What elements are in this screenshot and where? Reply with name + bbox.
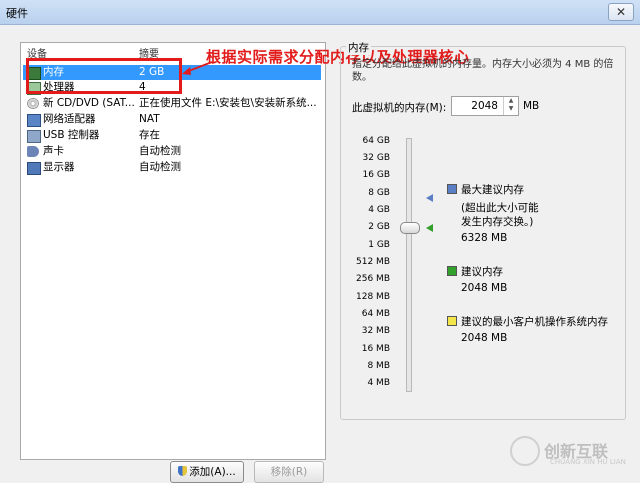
scale-tick: 32 GB (362, 153, 390, 163)
add-button-label: 添加(A)... (189, 466, 236, 478)
scale-tick: 16 MB (361, 344, 390, 354)
max-recommended-note-1: (超出此大小可能 (461, 202, 539, 214)
scale-tick: 4 MB (367, 378, 390, 388)
scale-tick: 4 GB (368, 205, 390, 215)
scale-tick: 2 GB (368, 222, 390, 232)
recommended-marker-icon (426, 224, 433, 232)
min-guest-label: 建议的最小客户机操作系统内存 (461, 316, 608, 328)
memory-group-label: 内存 (346, 40, 371, 55)
watermark-logo-icon (510, 436, 540, 466)
device-summary: 正在使用文件 E:\安装包\安装新系统... (139, 97, 317, 109)
memory-slider-track[interactable] (406, 138, 412, 392)
usb-icon (27, 130, 41, 143)
scale-tick: 8 GB (368, 188, 390, 198)
device-row-network[interactable]: 网络适配器 NAT (23, 112, 321, 127)
scale-tick: 1 GB (368, 240, 390, 250)
min-guest-value: 2048 MB (461, 332, 508, 344)
recommended-label: 建议内存 (461, 266, 503, 278)
device-row-cdrom[interactable]: 新 CD/DVD (SAT... 正在使用文件 E:\安装包\安装新系统... (23, 96, 321, 111)
device-summary: NAT (139, 113, 160, 125)
device-summary: 自动检测 (139, 161, 181, 173)
memory-value[interactable]: 2048 (471, 98, 498, 114)
close-button[interactable]: ✕ (608, 3, 634, 21)
device-row-display[interactable]: 显示器 自动检测 (23, 160, 321, 175)
spin-arrows[interactable]: ▲ ▼ (503, 97, 518, 115)
recommended-value: 2048 MB (461, 282, 508, 294)
highlight-box (26, 58, 182, 94)
recommended-square-icon (447, 266, 457, 276)
network-adapter-icon (27, 114, 41, 127)
scale-tick: 128 MB (356, 292, 390, 302)
remove-button-label: 移除(R) (270, 466, 308, 478)
scale-tick: 512 MB (356, 257, 390, 267)
add-button[interactable]: 添加(A)... (170, 461, 244, 483)
device-row-sound[interactable]: 声卡 自动检测 (23, 144, 321, 159)
device-row-usb[interactable]: USB 控制器 存在 (23, 128, 321, 143)
memory-description: 指定分配给此虚拟机的内存量。内存大小必须为 4 MB 的倍数。 (352, 59, 614, 83)
spin-up-icon[interactable]: ▲ (504, 97, 518, 105)
remove-button[interactable]: 移除(R) (254, 461, 324, 483)
max-recommended-note-2: 发生内存交换。) (461, 216, 534, 228)
device-list[interactable]: 设备 摘要 内存 2 GB 处理器 4 新 CD/DVD (SAT... 正在使… (20, 42, 326, 460)
min-guest-square-icon (447, 316, 457, 326)
cd-dvd-icon (27, 98, 39, 109)
memory-slider-thumb[interactable] (400, 222, 420, 234)
window-title: 硬件 (6, 7, 28, 20)
watermark-subtext: CHUANG XIN HU LIAN (550, 458, 626, 466)
scale-tick: 8 MB (367, 361, 390, 371)
shield-icon (178, 466, 188, 476)
spin-down-icon[interactable]: ▼ (504, 105, 518, 113)
memory-scale: 64 GB 32 GB 16 GB 8 GB 4 GB 2 GB 1 GB 51… (346, 136, 398, 396)
scale-tick: 256 MB (356, 274, 390, 284)
monitor-icon (27, 162, 41, 175)
max-recommended-square-icon (447, 184, 457, 194)
close-icon: ✕ (615, 5, 627, 19)
max-recommended-value: 6328 MB (461, 232, 508, 244)
memory-unit: MB (523, 100, 540, 112)
scale-tick: 64 MB (361, 309, 390, 319)
max-recommended-marker-icon (426, 194, 433, 202)
scale-tick: 16 GB (362, 170, 390, 180)
speaker-icon (27, 146, 39, 157)
device-summary: 自动检测 (139, 145, 181, 157)
vm-memory-label: 此虚拟机的内存(M): (352, 102, 447, 114)
max-recommended-label: 最大建议内存 (461, 184, 524, 196)
device-summary: 存在 (139, 129, 160, 141)
memory-spinbox[interactable]: 2048 ▲ ▼ (451, 96, 519, 116)
scale-tick: 32 MB (361, 326, 390, 336)
scale-tick: 64 GB (362, 136, 390, 146)
title-bar: 硬件 ✕ (0, 0, 640, 25)
